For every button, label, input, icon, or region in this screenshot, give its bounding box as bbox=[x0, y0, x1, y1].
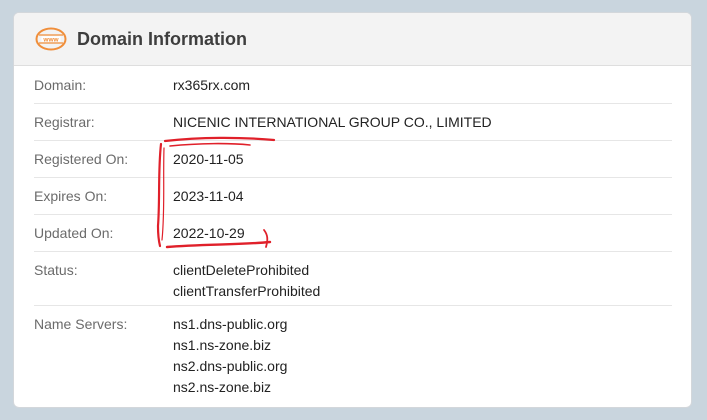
value-updated-on: 2022-10-29 bbox=[173, 224, 245, 241]
card-title: Domain Information bbox=[77, 28, 247, 49]
row-status: Status: clientDeleteProhibited clientTra… bbox=[34, 252, 672, 306]
value-domain: rx365rx.com bbox=[173, 76, 251, 93]
value-status-list: clientDeleteProhibited clientTransferPro… bbox=[173, 260, 320, 302]
row-registered-on: Registered On: 2020-11-05 bbox=[34, 141, 672, 178]
label-registered-on: Registered On: bbox=[34, 151, 129, 167]
row-name-servers: Name Servers: ns1.dns-public.org ns1.ns-… bbox=[34, 306, 672, 401]
www-icon-text: www bbox=[42, 36, 59, 43]
info-rows: Domain: rx365rx.com Registrar: NICENIC I… bbox=[34, 67, 672, 401]
value-registered-on: 2020-11-05 bbox=[173, 150, 244, 167]
name-server-item: ns1.ns-zone.biz bbox=[173, 337, 272, 353]
row-domain: Domain: rx365rx.com bbox=[34, 67, 672, 104]
row-updated-on: Updated On: 2022-10-29 bbox=[34, 215, 672, 252]
label-domain: Domain: bbox=[34, 77, 87, 93]
name-server-item: ns2.dns-public.org bbox=[173, 358, 288, 374]
card-header: www Domain Information bbox=[14, 13, 691, 66]
value-registrar: NICENIC INTERNATIONAL GROUP CO., LIMITED bbox=[173, 113, 492, 130]
value-name-servers-list: ns1.dns-public.org ns1.ns-zone.biz ns2.d… bbox=[173, 314, 287, 398]
www-globe-icon: www bbox=[35, 27, 67, 51]
value-expires-on: 2023-11-04 bbox=[173, 187, 244, 204]
status-item: clientTransferProhibited bbox=[173, 283, 321, 299]
status-item: clientDeleteProhibited bbox=[173, 262, 310, 278]
label-status: Status: bbox=[34, 262, 78, 278]
label-updated-on: Updated On: bbox=[34, 225, 114, 241]
name-server-item: ns1.dns-public.org bbox=[173, 316, 288, 332]
label-expires-on: Expires On: bbox=[34, 188, 108, 204]
name-server-item: ns2.ns-zone.biz bbox=[173, 379, 272, 395]
row-expires-on: Expires On: 2023-11-04 bbox=[34, 178, 672, 215]
domain-info-card: www Domain Information Domain: rx365rx.c… bbox=[13, 12, 692, 408]
row-registrar: Registrar: NICENIC INTERNATIONAL GROUP C… bbox=[34, 104, 672, 141]
label-registrar: Registrar: bbox=[34, 114, 95, 130]
label-name-servers: Name Servers: bbox=[34, 316, 128, 332]
